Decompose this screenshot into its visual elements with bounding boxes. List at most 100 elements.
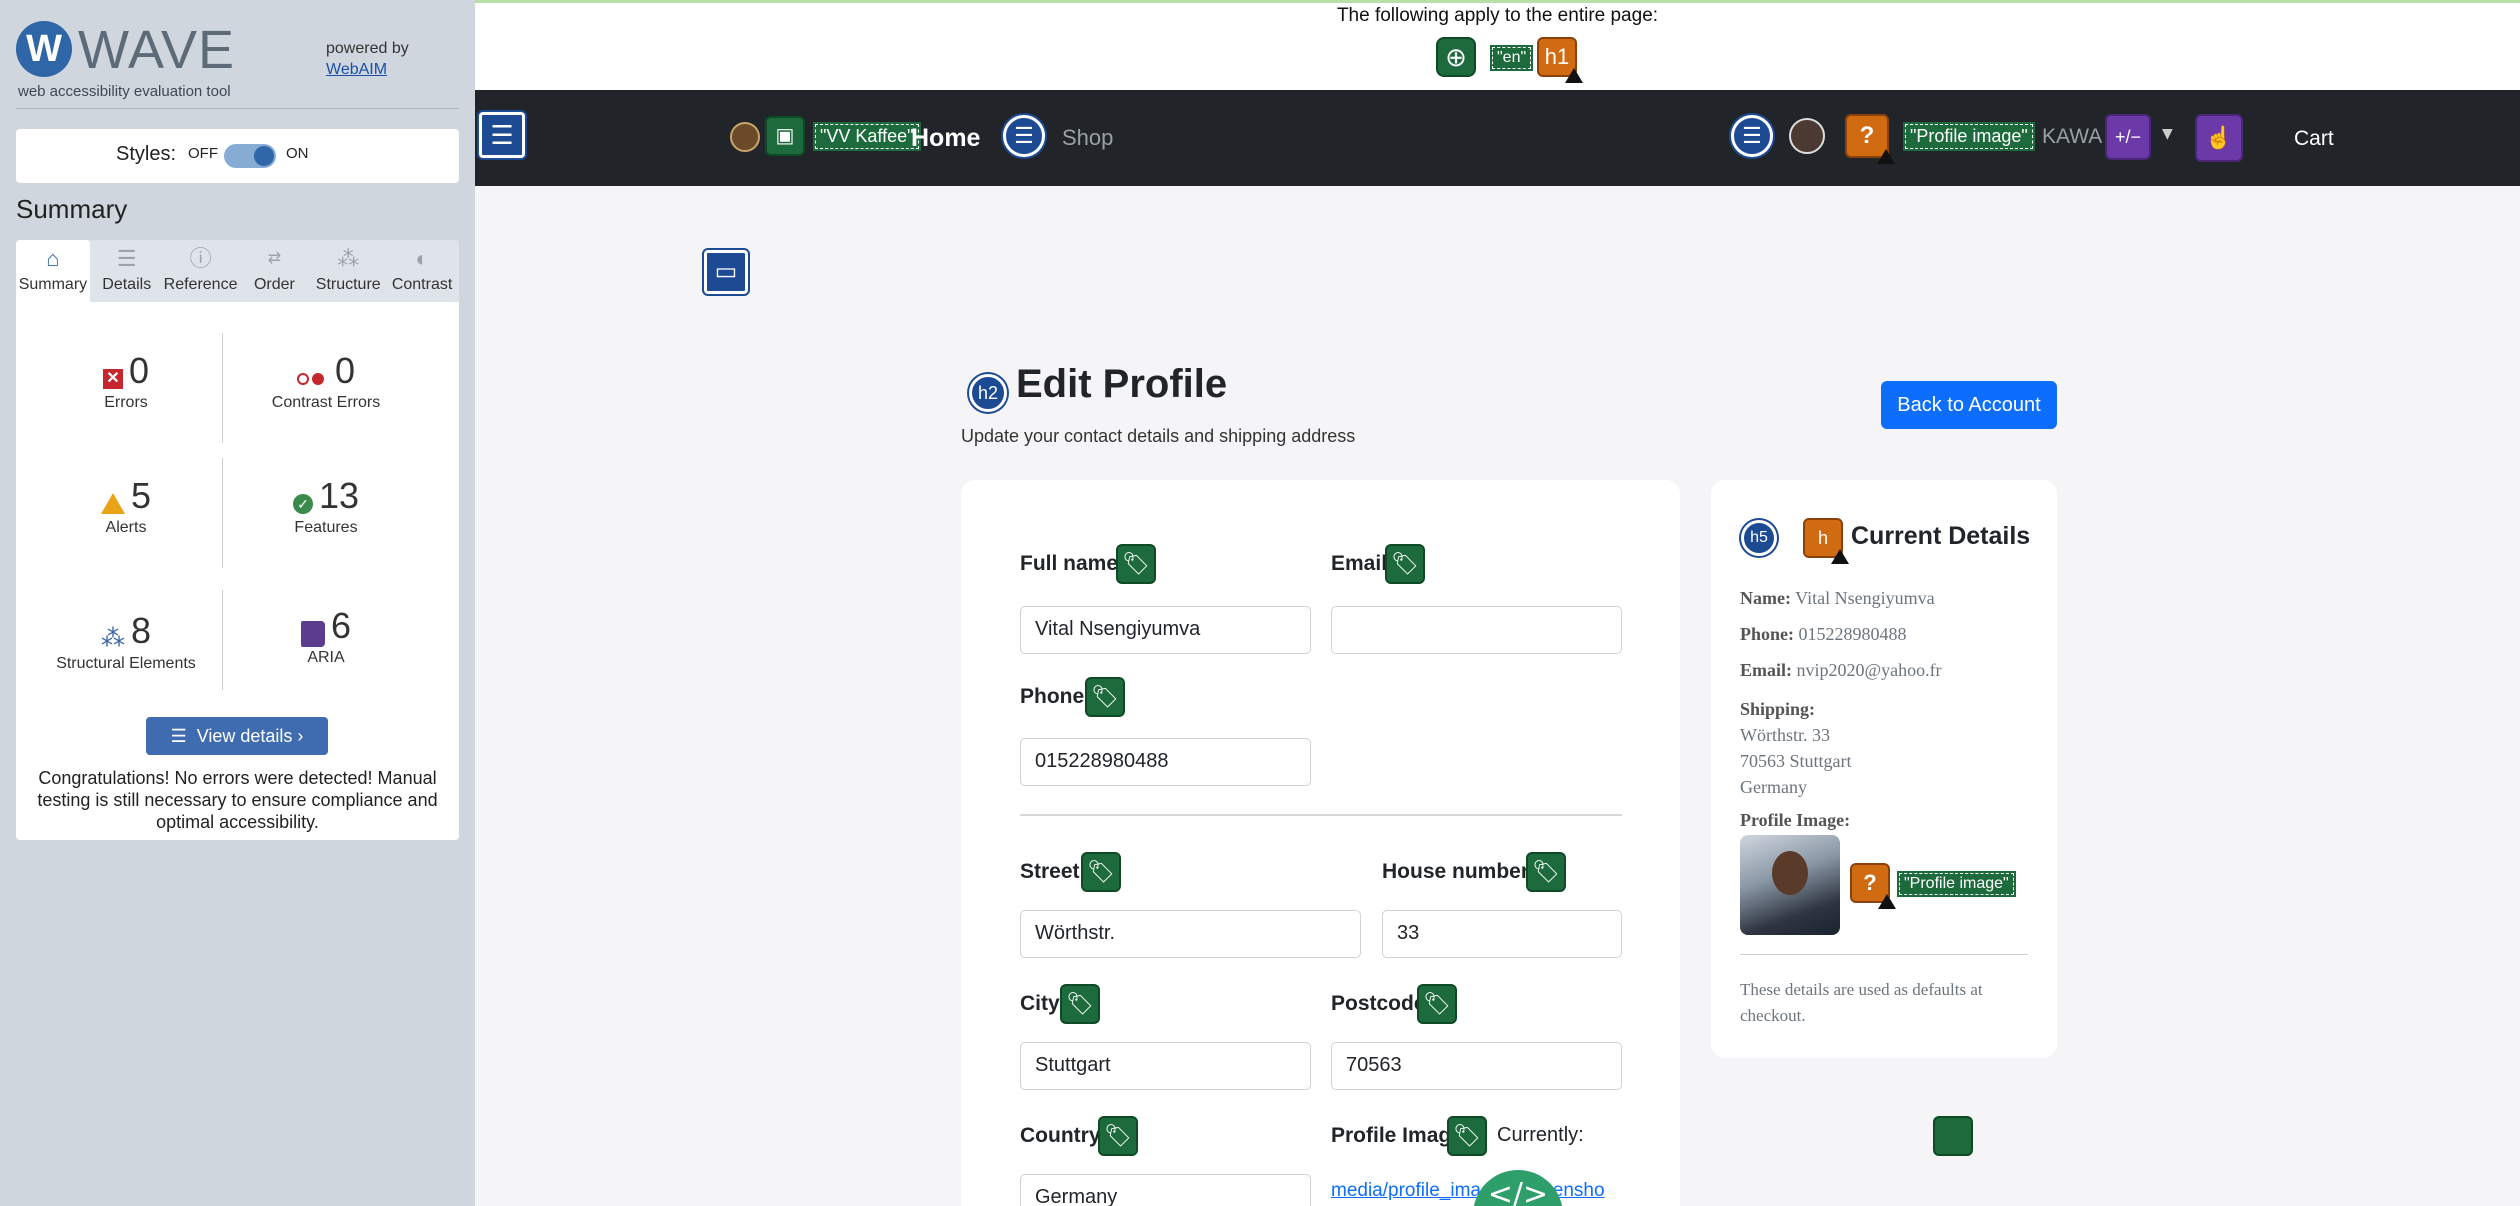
nav-shop[interactable]: Shop [1062,125,1113,151]
profile-image-link[interactable]: media/profile_images/screensho [1331,1180,1605,1202]
street-input[interactable]: Wörthstr. [1020,910,1361,958]
stat-label: Contrast Errors [271,394,381,411]
info-icon: ⓘ [189,246,212,271]
stat-alerts[interactable]: 5 Alerts [26,475,226,537]
styles-off-label: OFF [188,145,218,162]
h1-icon-text: h1 [1544,44,1570,69]
alert-icon[interactable]: ? [1845,114,1895,164]
home-icon: ⌂ [46,246,60,271]
detail-label: Profile Image: [1740,810,1851,830]
divider [16,108,459,109]
aria-icon[interactable]: +/− [2105,114,2151,160]
label-tag-icon[interactable]: 🏷 [1098,1116,1138,1156]
stat-contrast-errors[interactable]: 0 Contrast Errors [226,350,426,412]
tab-summary[interactable]: ⌂ Summary [16,240,90,302]
stat-value: 0 [128,350,150,391]
apply-text: The following apply to the entire page: [1336,5,1659,26]
label-tag-icon[interactable]: 🏷 [1085,677,1125,717]
stat-aria[interactable]: 6 ARIA [226,605,426,667]
alert-icon[interactable]: ? [1850,863,1896,909]
stat-value: 6 [330,605,352,646]
brand-alt-tag[interactable]: "VV Kaffee" [813,122,921,151]
image-alt-icon[interactable]: ▣ [765,116,805,156]
stat-value: 0 [334,350,356,391]
error-icon: ✕ [102,368,123,389]
main-landmark-icon[interactable]: ▭ [704,250,748,294]
stat-value: 13 [318,475,360,516]
tab-order[interactable]: ⇄ Order [237,240,311,302]
stat-label: Structural Elements [56,655,196,673]
brand-logo-icon[interactable] [730,122,760,152]
label-tag-icon[interactable]: 🏷 [1116,544,1156,584]
stat-features[interactable]: ✓ 13 Features [226,475,426,537]
email-input[interactable] [1331,606,1622,654]
chevron-down-icon[interactable]: ▼ [2162,126,2173,142]
profile-image-alt-tag[interactable]: "Profile image" [1897,871,2016,897]
full-name-input[interactable]: Vital Nsengiyumva [1020,606,1311,654]
page-subtitle: Update your contact details and shipping… [961,426,1356,446]
user-menu[interactable]: KAWA [2042,125,2102,149]
language-icon[interactable]: ⊕ [1436,37,1476,77]
wave-logo-icon: W [16,21,72,77]
label-tag-icon[interactable]: 🏷 [1447,1116,1487,1156]
shipping-line: 70563 Stuttgart [1740,751,1852,771]
house-number-label: House number [1382,860,1530,883]
postcode-input[interactable]: 70563 [1331,1042,1622,1090]
code-icon[interactable]: </> [1473,1170,1563,1206]
powered-by: powered by WebAIM [326,38,409,80]
contrast-icon: ◐ [415,246,429,271]
heading-alert-icon[interactable]: h [1803,518,1849,564]
list-icon[interactable]: ☰ [1731,115,1773,157]
summary-heading: Summary [16,194,128,224]
label-tag-icon[interactable]: 🏷 [1385,544,1425,584]
back-to-account-button[interactable]: Back to Account [1881,381,2057,429]
tab-structure[interactable]: ⁂ Structure [311,240,385,302]
h1-alert-icon[interactable]: h1 [1537,37,1583,83]
stat-errors[interactable]: ✕ 0 Errors [26,350,226,412]
nav-landmark-icon[interactable]: ☰ [479,112,525,158]
detail-email: Email: nvip2020@yahoo.fr [1740,660,1942,681]
tab-contrast[interactable]: ◐ Contrast [385,240,459,302]
divider [222,458,223,568]
city-input[interactable]: Stuttgart [1020,1042,1311,1090]
list-icon[interactable]: ☰ [1003,115,1045,157]
profile-image-label: Profile Image [1331,1124,1463,1147]
nav-home[interactable]: Home [911,124,980,153]
stat-structural[interactable]: ⁂ 8 Structural Elements [26,610,226,673]
powered-by-label: powered by [326,40,409,57]
label-tag-icon[interactable]: 🏷 [1526,852,1566,892]
profile-alt-tag[interactable]: "Profile image" [1903,122,2035,151]
country-select[interactable]: Germany [1020,1174,1311,1206]
label-tag-icon[interactable]: 🏷 [1060,984,1100,1024]
divider [222,590,223,690]
phone-input[interactable]: 015228980488 [1020,738,1311,786]
label-tag-icon[interactable]: 🏷 [1081,852,1121,892]
stat-value: 8 [130,610,152,651]
tab-reference[interactable]: ⓘ Reference [164,240,238,302]
label-tag-icon[interactable]: 🏷 [1417,984,1457,1024]
list-icon: ☰ [170,726,187,746]
styles-toggle[interactable] [224,144,276,168]
stat-label: Features [294,519,358,536]
h2-icon[interactable]: h2 [969,374,1007,412]
divider [222,333,223,443]
current-details-card: h5 h Current Details Name: Vital Nsengiy… [1711,480,2057,1058]
detail-label: Phone: [1740,624,1794,644]
h5-icon[interactable]: h5 [1741,520,1777,556]
webaim-link[interactable]: WebAIM [326,61,387,78]
warning-icon [1565,68,1583,83]
aria-icon-text: +/− [2114,127,2142,147]
label-tag-icon[interactable] [1933,1116,1973,1156]
tab-details[interactable]: ☰ Details [90,240,164,302]
tab-label: Details [102,276,152,293]
view-details-button[interactable]: ☰ View details › [146,717,328,755]
warning-icon [1831,549,1849,564]
house-number-input[interactable]: 33 [1382,910,1622,958]
nav-cart[interactable]: Cart [2294,127,2334,151]
avatar[interactable] [1789,118,1825,154]
details-note: These details are used as defaults at ch… [1740,980,1983,1025]
tab-label: Structure [315,276,381,293]
language-tag[interactable]: "en" [1489,45,1534,71]
detail-value: 015228980488 [1798,624,1907,644]
aria-hidden-icon[interactable]: ☝ [2195,114,2243,162]
